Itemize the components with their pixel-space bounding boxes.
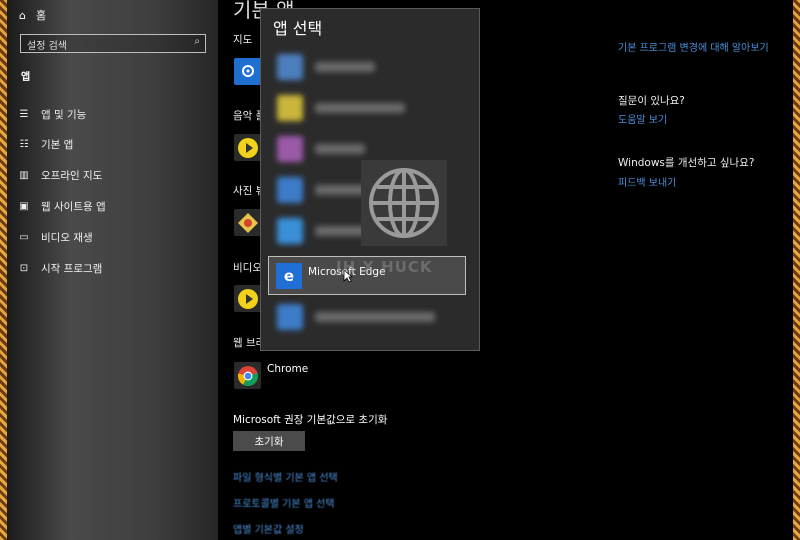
home-icon: ⌂ — [19, 8, 26, 22]
startup-icon: ⊡ — [19, 263, 29, 274]
blurred-app-option[interactable] — [271, 303, 471, 333]
related-link[interactable]: 기본 프로그램 변경에 대해 알아보기 — [618, 36, 778, 55]
learn-more-link[interactable]: 기본 프로그램 변경에 대해 알아보기 — [618, 43, 769, 54]
reset-button[interactable]: 초기화 — [233, 431, 305, 451]
watermark: JH X HUCK — [336, 258, 433, 276]
feedback-link[interactable]: 피드백 보내기 — [618, 174, 676, 189]
sidebar-item-label: 웹 사이트용 앱 — [41, 201, 106, 213]
map-icon: ▥ — [19, 170, 29, 181]
music-app-icon[interactable] — [234, 134, 261, 161]
maps-app-icon[interactable] — [234, 58, 261, 85]
link-by-protocol[interactable]: 프로토콜별 기본 앱 선택 — [233, 495, 335, 510]
sidebar-item-label: 오프라인 지도 — [41, 170, 103, 182]
sidebar-item-video-playback[interactable]: ▭ 비디오 재생 — [19, 230, 93, 245]
photo-viewer-icon[interactable] — [234, 209, 261, 236]
sidebar-item-default-apps[interactable]: ☷ 기본 앱 — [19, 137, 74, 152]
blurred-app-option[interactable] — [271, 53, 471, 83]
help-link[interactable]: 도움말 보기 — [618, 111, 667, 126]
sidebar-item-web-apps[interactable]: ▣ 웹 사이트용 앱 — [19, 199, 106, 214]
web-app-icon: ▣ — [19, 201, 29, 212]
globe-icon — [361, 160, 447, 246]
category-maps: 지도 — [233, 34, 253, 46]
search-icon[interactable]: ⌕ — [194, 36, 200, 47]
section-title: 앱 — [21, 72, 31, 83]
improve-heading: Windows를 개선하고 싶나요? — [618, 157, 755, 169]
chrome-icon[interactable] — [234, 362, 261, 389]
reset-label: Microsoft 권장 기본값으로 초기화 — [233, 414, 388, 426]
sidebar-item-label: 기본 앱 — [41, 139, 74, 151]
video-icon: ▭ — [19, 232, 29, 243]
left-border-frame — [0, 0, 7, 540]
blurred-app-option[interactable] — [271, 94, 471, 124]
sidebar-item-label: 비디오 재생 — [41, 232, 93, 244]
popup-title: 앱 선택 — [273, 19, 323, 38]
category-video: 비디오 — [233, 262, 262, 274]
edge-icon: e — [276, 263, 302, 289]
sidebar-item-label: 시작 프로그램 — [41, 263, 103, 275]
web-browser-app-name[interactable]: Chrome — [267, 363, 308, 375]
sidebar: ⌂ 홈 설정 검색 ⌕ 앱 ☰ 앱 및 기능 ☷ 기본 앱 ▥ 오프라인 지도 … — [7, 0, 218, 540]
sidebar-item-apps-features[interactable]: ☰ 앱 및 기능 — [19, 107, 87, 122]
home-nav[interactable]: ⌂ 홈 — [19, 7, 46, 23]
sidebar-item-startup[interactable]: ⊡ 시작 프로그램 — [19, 261, 103, 276]
list-check-icon: ☷ — [19, 139, 29, 150]
link-by-app[interactable]: 앱별 기본값 설정 — [233, 521, 304, 536]
sidebar-item-label: 앱 및 기능 — [41, 109, 87, 121]
settings-search-input[interactable]: 설정 검색 ⌕ — [20, 34, 206, 53]
home-label: 홈 — [35, 9, 47, 22]
app-picker-popup: 앱 선택 e Microsoft Edge — [260, 8, 480, 351]
sidebar-item-offline-maps[interactable]: ▥ 오프라인 지도 — [19, 168, 102, 183]
list-icon: ☰ — [19, 109, 29, 120]
right-border-frame — [793, 0, 800, 540]
video-app-icon[interactable] — [234, 285, 261, 312]
search-placeholder: 설정 검색 — [27, 41, 67, 52]
question-heading: 질문이 있나요? — [618, 95, 685, 107]
link-by-file-type[interactable]: 파일 형식별 기본 앱 선택 — [233, 469, 338, 484]
